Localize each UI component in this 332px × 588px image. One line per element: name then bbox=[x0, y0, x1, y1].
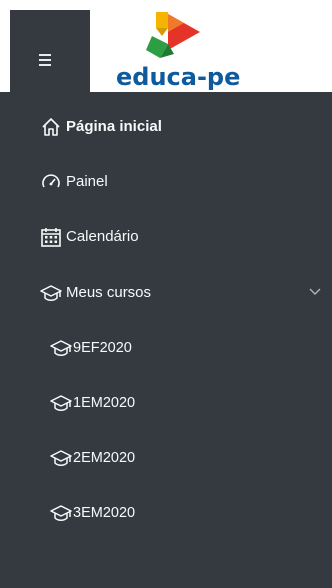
nav-item-course[interactable]: 9EF2020 bbox=[0, 329, 332, 369]
graduation-cap-icon bbox=[50, 340, 72, 356]
graduation-cap-icon bbox=[50, 450, 72, 466]
dashboard-icon bbox=[42, 174, 60, 188]
nav-item-course[interactable]: 1EM2020 bbox=[0, 384, 332, 424]
graduation-cap-icon bbox=[40, 285, 62, 301]
nav-item-calendar[interactable]: Calendário bbox=[0, 218, 332, 258]
graduation-cap-icon bbox=[50, 505, 72, 521]
course-label: 3EM2020 bbox=[73, 505, 136, 521]
nav-item-label: Meus cursos bbox=[66, 284, 152, 301]
nav-item-dashboard[interactable]: Painel bbox=[0, 163, 332, 203]
nav-item-label: Página inicial bbox=[66, 118, 162, 135]
calendar-icon bbox=[41, 228, 61, 247]
course-label: 2EM2020 bbox=[73, 450, 136, 466]
course-label: 1EM2020 bbox=[73, 395, 136, 411]
nav-item-home[interactable]: Página inicial bbox=[0, 108, 332, 148]
graduation-cap-icon bbox=[50, 395, 72, 411]
hamburger-menu-button[interactable] bbox=[10, 10, 90, 92]
logo-text: educa-pe bbox=[116, 63, 241, 91]
chevron-down-icon[interactable] bbox=[308, 284, 322, 298]
nav-item-label: Calendário bbox=[66, 228, 139, 245]
site-logo[interactable]: educa-pe bbox=[100, 6, 260, 90]
course-label: 9EF2020 bbox=[73, 340, 132, 356]
nav-item-my-courses[interactable]: Meus cursos bbox=[0, 274, 332, 314]
nav-item-course[interactable]: 2EM2020 bbox=[0, 439, 332, 479]
nav-item-course[interactable]: 3EM2020 bbox=[0, 494, 332, 534]
nav-item-label: Painel bbox=[66, 173, 108, 190]
home-icon bbox=[42, 118, 60, 136]
nav-drawer: Página inicial Painel Calendário Meus cu… bbox=[0, 92, 332, 588]
top-bar: educa-pe bbox=[0, 0, 332, 92]
logo-mark bbox=[146, 12, 200, 58]
